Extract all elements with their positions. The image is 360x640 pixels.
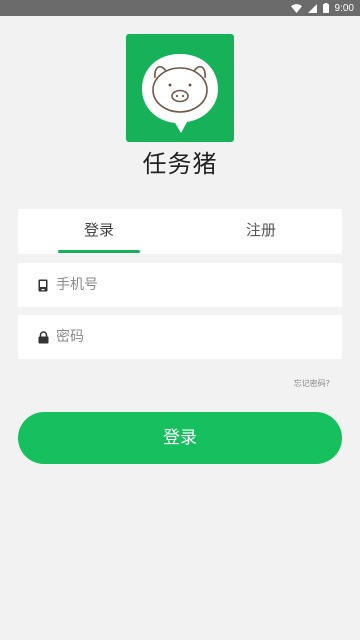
phone-input[interactable] <box>56 265 326 305</box>
tab-register[interactable]: 注册 <box>180 209 342 254</box>
password-input[interactable] <box>56 317 326 357</box>
phone-field[interactable] <box>18 263 342 307</box>
active-tab-indicator <box>58 250 140 253</box>
app-name: 任务猪 <box>142 150 218 178</box>
login-button[interactable]: 登录 <box>18 412 342 464</box>
battery-icon <box>322 3 329 13</box>
forgot-password-link[interactable]: 忘记密码? <box>294 378 330 389</box>
status-icons: 9:00 <box>290 0 354 16</box>
password-field[interactable] <box>18 315 342 359</box>
auth-tabs: 登录 注册 <box>18 209 342 254</box>
status-time: 9:00 <box>334 2 354 14</box>
tab-login[interactable]: 登录 <box>18 209 180 254</box>
lock-icon <box>36 330 50 344</box>
status-bar: 9:00 <box>0 0 360 16</box>
pig-chat-bubble-icon <box>142 54 218 133</box>
signal-icon <box>307 3 317 13</box>
app-logo <box>126 34 234 142</box>
phone-icon <box>36 278 50 292</box>
wifi-icon <box>290 3 302 13</box>
